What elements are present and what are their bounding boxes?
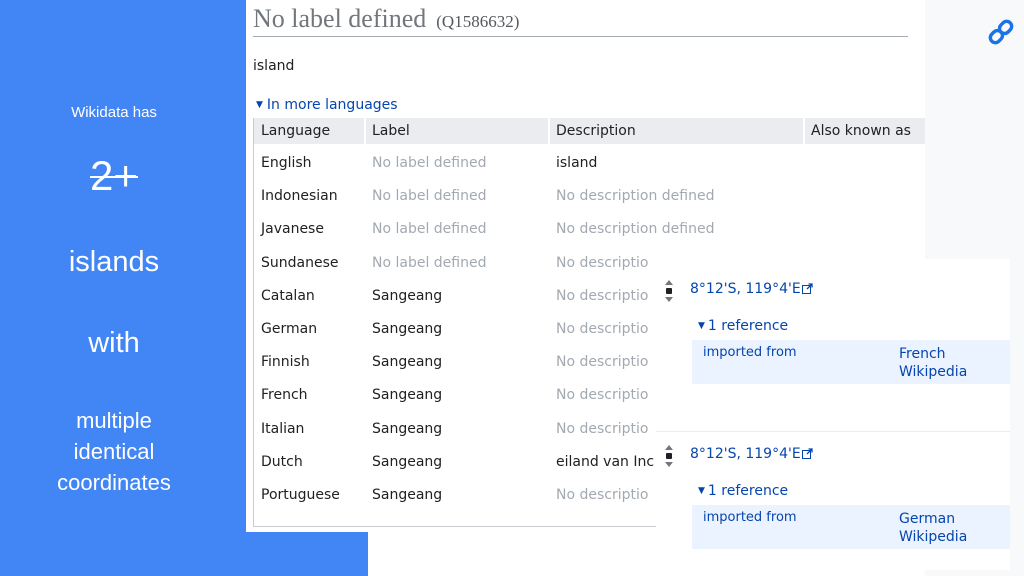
row-language: Indonesian bbox=[261, 188, 338, 205]
row-language: Portuguese bbox=[261, 487, 340, 503]
link-icon[interactable] bbox=[985, 16, 1017, 48]
normal-rank-icon[interactable] bbox=[665, 445, 673, 467]
triangle-down-icon: ▼ bbox=[698, 321, 705, 331]
reference-value[interactable]: German Wikipedia bbox=[899, 510, 967, 546]
languages-table-header: Language Label Description Also known as bbox=[254, 118, 925, 144]
references-toggle-label: 1 reference bbox=[707, 318, 789, 334]
item-title: No label defined (Q1586632) bbox=[253, 4, 908, 37]
row-language: French bbox=[261, 387, 308, 404]
row-label: Sangeang bbox=[372, 321, 443, 337]
column-divider bbox=[364, 118, 366, 144]
row-description: No descriptio bbox=[556, 387, 649, 404]
item-qid: (Q1586632) bbox=[436, 12, 520, 31]
coordinate-text[interactable]: 8°12'S, 119°4'E bbox=[690, 446, 801, 462]
row-label: No label defined bbox=[372, 155, 487, 171]
row-description: No descriptio bbox=[556, 287, 649, 304]
reference-property[interactable]: imported from bbox=[703, 345, 797, 360]
triangle-down-icon: ▼ bbox=[698, 486, 705, 496]
row-label: Sangeang bbox=[372, 453, 443, 470]
header-description: Description bbox=[556, 123, 636, 139]
row-label: No label defined bbox=[372, 254, 487, 271]
reference-property[interactable]: imported from bbox=[703, 510, 797, 525]
reference-block: imported from German Wikipedia bbox=[692, 505, 1010, 549]
row-label: Sangeang bbox=[372, 287, 443, 304]
header-aliases: Also known as bbox=[811, 123, 911, 139]
row-language: Italian bbox=[261, 420, 305, 437]
row-label: No label defined bbox=[372, 221, 487, 238]
header-language: Language bbox=[261, 123, 331, 139]
row-language: English bbox=[261, 155, 312, 171]
reference-value[interactable]: French Wikipedia bbox=[899, 345, 967, 381]
item-label: No label defined bbox=[253, 4, 427, 33]
coordinate-value[interactable]: 8°12'S, 119°4'E bbox=[690, 446, 813, 462]
slide-connector-text: with bbox=[88, 327, 140, 359]
slide-detail-text: multiple identical coordinates bbox=[57, 408, 171, 495]
row-language: Finnish bbox=[261, 354, 310, 371]
row-description: No descriptio bbox=[556, 321, 649, 337]
table-row: Javanese No label defined No description d… bbox=[254, 214, 925, 247]
row-description: eiland van Inc bbox=[556, 453, 655, 470]
slide-count-text: 2+ bbox=[90, 152, 138, 199]
row-description: No descriptio bbox=[556, 354, 649, 371]
column-divider bbox=[548, 118, 550, 144]
slide-subject-text: islands bbox=[68, 246, 160, 278]
row-label: Sangeang bbox=[372, 487, 443, 503]
row-description: No description defined bbox=[556, 221, 715, 238]
coordinate-statement: 8°12'S, 119°4'E ▼ 1 reference imported fr… bbox=[656, 431, 1010, 570]
row-label: Sangeang bbox=[372, 387, 443, 404]
row-language: Javanese bbox=[261, 221, 324, 238]
row-description: No descriptio bbox=[556, 254, 649, 271]
header-label: Label bbox=[372, 123, 410, 139]
slide-intro-text: Wikidata has bbox=[71, 104, 157, 121]
row-language: Catalan bbox=[261, 287, 315, 304]
more-languages-toggle[interactable]: ▼ In more languages bbox=[256, 97, 398, 113]
row-label: Sangeang bbox=[372, 420, 443, 437]
row-description: No description defined bbox=[556, 188, 715, 205]
column-divider bbox=[803, 118, 805, 144]
row-description: No descriptio bbox=[556, 487, 649, 503]
table-row: English No label defined island bbox=[254, 148, 925, 181]
coordinate-statement: 8°12'S, 119°4'E ▼ 1 reference imported fr… bbox=[656, 259, 1010, 431]
references-toggle[interactable]: ▼ 1 reference bbox=[698, 318, 788, 334]
row-description: No descriptio bbox=[556, 420, 649, 437]
external-link-icon bbox=[801, 283, 813, 294]
references-toggle[interactable]: ▼ 1 reference bbox=[698, 483, 788, 499]
triangle-down-icon: ▼ bbox=[256, 100, 263, 110]
row-language: Dutch bbox=[261, 453, 303, 470]
normal-rank-icon[interactable] bbox=[665, 280, 673, 302]
reference-block: imported from French Wikipedia bbox=[692, 340, 1010, 384]
external-link-icon bbox=[801, 448, 813, 459]
row-language: Sundanese bbox=[261, 254, 339, 271]
table-row: Indonesian No label defined No description… bbox=[254, 181, 925, 214]
row-label: Sangeang bbox=[372, 354, 443, 371]
more-languages-label: In more languages bbox=[266, 97, 398, 113]
coordinate-text[interactable]: 8°12'S, 119°4'E bbox=[690, 281, 801, 297]
coordinate-value[interactable]: 8°12'S, 119°4'E bbox=[690, 281, 813, 297]
references-toggle-label: 1 reference bbox=[707, 483, 789, 499]
row-description: island bbox=[556, 155, 598, 171]
row-label: No label defined bbox=[372, 188, 487, 205]
item-description: island bbox=[253, 58, 295, 74]
row-language: German bbox=[261, 321, 318, 337]
